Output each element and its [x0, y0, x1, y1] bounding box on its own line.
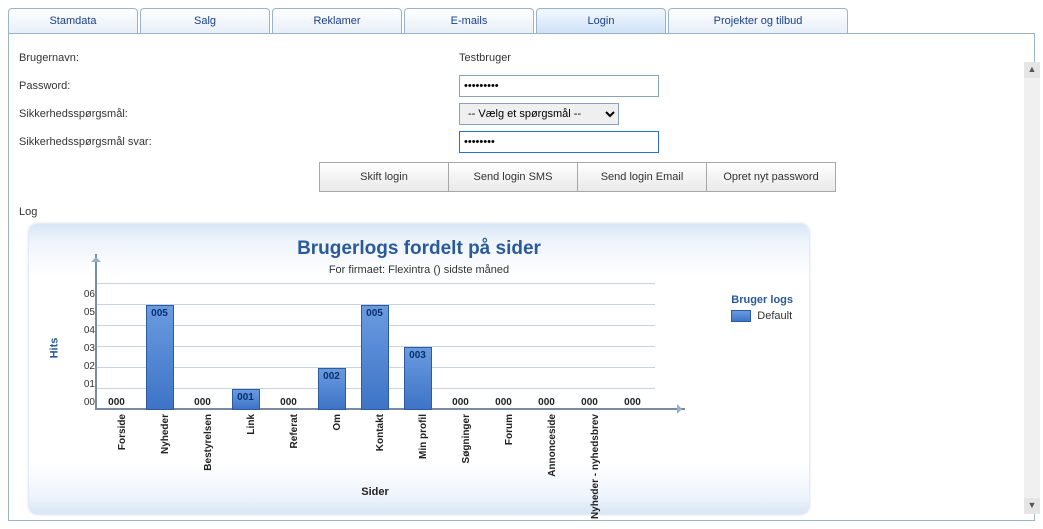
send-login-email-button[interactable]: Send login Email	[577, 162, 707, 192]
legend-label: Default	[757, 310, 792, 322]
chart-legend: Bruger logs Default	[731, 294, 793, 322]
security-question-label: Sikkerhedsspørgsmål:	[19, 108, 459, 120]
bar-slot: 000	[95, 284, 138, 410]
category-label: Link	[246, 414, 257, 435]
chart-subtitle: For firmaet: Flexintra () sidste måned	[39, 264, 799, 276]
bar-slot: 005	[353, 284, 396, 410]
bar-value-label: 002	[310, 371, 353, 382]
bar-value-label: 000	[95, 397, 138, 408]
log-heading: Log	[19, 206, 1024, 218]
bar-value-label: 003	[396, 350, 439, 361]
tab-login[interactable]: Login	[536, 8, 666, 33]
bar-slot: 000	[181, 284, 224, 410]
category-label: Forside	[117, 414, 128, 450]
bar-slot: 000	[482, 284, 525, 410]
bar-slot: 003	[396, 284, 439, 410]
bar-value-label: 001	[224, 392, 267, 403]
password-label: Password:	[19, 80, 459, 92]
username-label: Brugernavn:	[19, 52, 459, 64]
bar-slot: 000	[525, 284, 568, 410]
new-password-button[interactable]: Opret nyt password	[706, 162, 836, 192]
scroll-down-icon[interactable]: ▼	[1024, 498, 1040, 514]
x-axis-categories: Forside Nyheder Bestyrelsen Link Referat Om Ko…	[95, 412, 655, 482]
bar-value-label: 000	[525, 397, 568, 408]
category-label: Om	[332, 414, 343, 431]
bar-slot: 000	[267, 284, 310, 410]
username-value: Testbruger	[459, 52, 511, 64]
password-input[interactable]	[459, 75, 659, 97]
category-label: Annonceside	[547, 414, 558, 477]
category-label: Nyheder	[160, 414, 171, 454]
tab-stamdata[interactable]: Stamdata	[8, 8, 138, 33]
bar-slot: 000	[568, 284, 611, 410]
security-question-select[interactable]: -- Vælg et spørgsmål --	[459, 103, 619, 125]
scroll-up-icon[interactable]: ▲	[1024, 62, 1040, 78]
send-login-sms-button[interactable]: Send login SMS	[448, 162, 578, 192]
y-axis-label: Hits	[48, 338, 60, 359]
category-label: Bestyrelsen	[203, 414, 214, 471]
security-answer-label: Sikkerhedsspørgsmål svar:	[19, 136, 459, 148]
bar-value-label: 000	[181, 397, 224, 408]
security-answer-input[interactable]	[459, 131, 659, 153]
bar-slot: 002	[310, 284, 353, 410]
tab-salg[interactable]: Salg	[140, 8, 270, 33]
bar-slot: 000	[439, 284, 482, 410]
bar	[361, 305, 389, 410]
category-label: Nyheder - nyhedsbrev	[590, 414, 601, 519]
bar-value-label: 000	[439, 397, 482, 408]
shift-login-button[interactable]: Skift login	[319, 162, 449, 192]
bar-value-label: 000	[482, 397, 525, 408]
bar-value-label: 005	[353, 308, 396, 319]
legend-title: Bruger logs	[731, 294, 793, 306]
category-label: Kontakt	[375, 414, 386, 451]
bar	[146, 305, 174, 410]
plot-area: 000005000001000002005003000000000000000	[95, 284, 655, 410]
category-label: Min profil	[418, 414, 429, 459]
scrollbar[interactable]: ▲ ▼	[1024, 62, 1040, 514]
bar-slot: 001	[224, 284, 267, 410]
chart-title: Brugerlogs fordelt på sider	[39, 238, 799, 260]
bar-value-label: 000	[611, 397, 654, 408]
bar-slot: 005	[138, 284, 181, 410]
category-label: Søgninger	[461, 414, 472, 463]
chart-card: Brugerlogs fordelt på sider For firmaet:…	[29, 224, 809, 514]
tab-projekter[interactable]: Projekter og tilbud	[668, 8, 848, 33]
bar-value-label: 000	[568, 397, 611, 408]
bar-value-label: 005	[138, 308, 181, 319]
legend-swatch	[731, 310, 751, 322]
tab-reklamer[interactable]: Reklamer	[272, 8, 402, 33]
tab-emails[interactable]: E-mails	[404, 8, 534, 33]
category-label: Forum	[504, 414, 515, 445]
x-axis-label: Sider	[95, 486, 655, 498]
bar-slot: 000	[611, 284, 654, 410]
bar-value-label: 000	[267, 397, 310, 408]
login-panel: Brugernavn: Testbruger Password: Sikkerh…	[8, 33, 1035, 521]
tab-strip: Stamdata Salg Reklamer E-mails Login Pro…	[8, 8, 1035, 33]
y-axis-ticks: 06050403020100	[69, 284, 95, 412]
category-label: Referat	[289, 414, 300, 448]
